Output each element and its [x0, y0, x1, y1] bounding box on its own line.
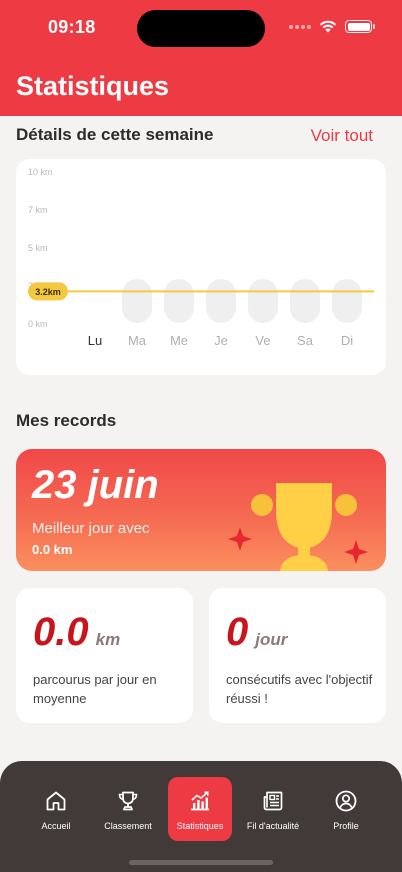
- day-bar-placeholder: [332, 279, 362, 323]
- day-label: Di: [341, 333, 353, 348]
- home-indicator: [129, 860, 273, 865]
- battery-icon: [345, 20, 375, 33]
- y-tick-label: 0 km: [28, 319, 48, 329]
- day-label: Ve: [255, 333, 270, 348]
- day-bar-placeholder: [164, 279, 194, 323]
- average-distance-card: 0.0 km parcourus par jour en moyenne: [16, 588, 193, 723]
- streak-unit: jour: [255, 630, 288, 649]
- week-section-title: Détails de cette semaine: [16, 125, 214, 144]
- tab-label: Fil d'actualité: [246, 821, 300, 831]
- tab-accueil[interactable]: Accueil: [24, 777, 88, 841]
- home-icon: [46, 791, 66, 811]
- weekly-chart-card: 10 km7 km5 km2 km0 kmLuMaMeJeVeSaDi3.2km: [16, 159, 386, 375]
- signal-icon: [289, 24, 311, 29]
- status-icons: [289, 20, 375, 33]
- stats-chart-icon: [191, 791, 209, 811]
- streak-value: 0: [226, 610, 249, 654]
- trophy-icon: [118, 791, 138, 811]
- see-all-link[interactable]: Voir tout: [311, 126, 373, 146]
- day-label: Ma: [128, 333, 147, 348]
- average-unit: km: [95, 630, 121, 649]
- day-label: Me: [170, 333, 188, 348]
- app-header: 09:18 Statistiques: [0, 0, 402, 116]
- profile-icon: [335, 790, 357, 812]
- average-description: parcourus par jour en moyenne: [33, 672, 157, 706]
- streak-value-row: 0 jour: [226, 610, 287, 655]
- records-section-title: Mes records: [16, 411, 117, 430]
- y-tick-label: 7 km: [28, 205, 48, 215]
- day-label: Je: [214, 333, 228, 348]
- average-value: 0.0: [33, 610, 89, 654]
- bottom-tab-bar: Accueil Classement Statistiques Fil d'ac…: [0, 761, 402, 872]
- day-bar-placeholder: [206, 279, 236, 323]
- streak-card: 0 jour consécutifs avec l'objectif réuss…: [209, 588, 386, 723]
- tab-label: Classement: [104, 821, 152, 831]
- tab-statistiques[interactable]: Statistiques: [168, 777, 232, 841]
- day-label: Sa: [297, 333, 314, 348]
- average-value-row: 0.0 km: [33, 610, 120, 655]
- trophy-illustration-icon: [228, 483, 368, 571]
- dynamic-island: [137, 10, 265, 47]
- tab-label: Profile: [333, 821, 359, 831]
- y-tick-label: 10 km: [28, 167, 53, 177]
- day-bar-placeholder: [248, 279, 278, 323]
- tab-label: Statistiques: [176, 821, 224, 831]
- goal-label: 3.2km: [35, 287, 61, 297]
- tab-profile[interactable]: Profile: [314, 777, 378, 841]
- day-bar-placeholder: [290, 279, 320, 323]
- day-label: Lu: [88, 333, 102, 348]
- day-bar-placeholder: [122, 279, 152, 323]
- wifi-icon: [319, 20, 337, 33]
- tab-classement[interactable]: Classement: [96, 777, 160, 841]
- best-day-card: 23 juin Meilleur jour avec 0.0 km: [16, 449, 386, 571]
- tab-fil-actualite[interactable]: Fil d'actualité: [241, 777, 305, 841]
- tab-label: Accueil: [41, 821, 71, 831]
- y-tick-label: 5 km: [28, 243, 48, 253]
- status-time: 09:18: [48, 17, 96, 37]
- page-title: Statistiques: [16, 71, 170, 101]
- streak-description: consécutifs avec l'objectif réussi !: [226, 672, 373, 706]
- newspaper-icon: [263, 791, 283, 811]
- weekly-distance-chart: 10 km7 km5 km2 km0 kmLuMaMeJeVeSaDi3.2km: [28, 167, 374, 348]
